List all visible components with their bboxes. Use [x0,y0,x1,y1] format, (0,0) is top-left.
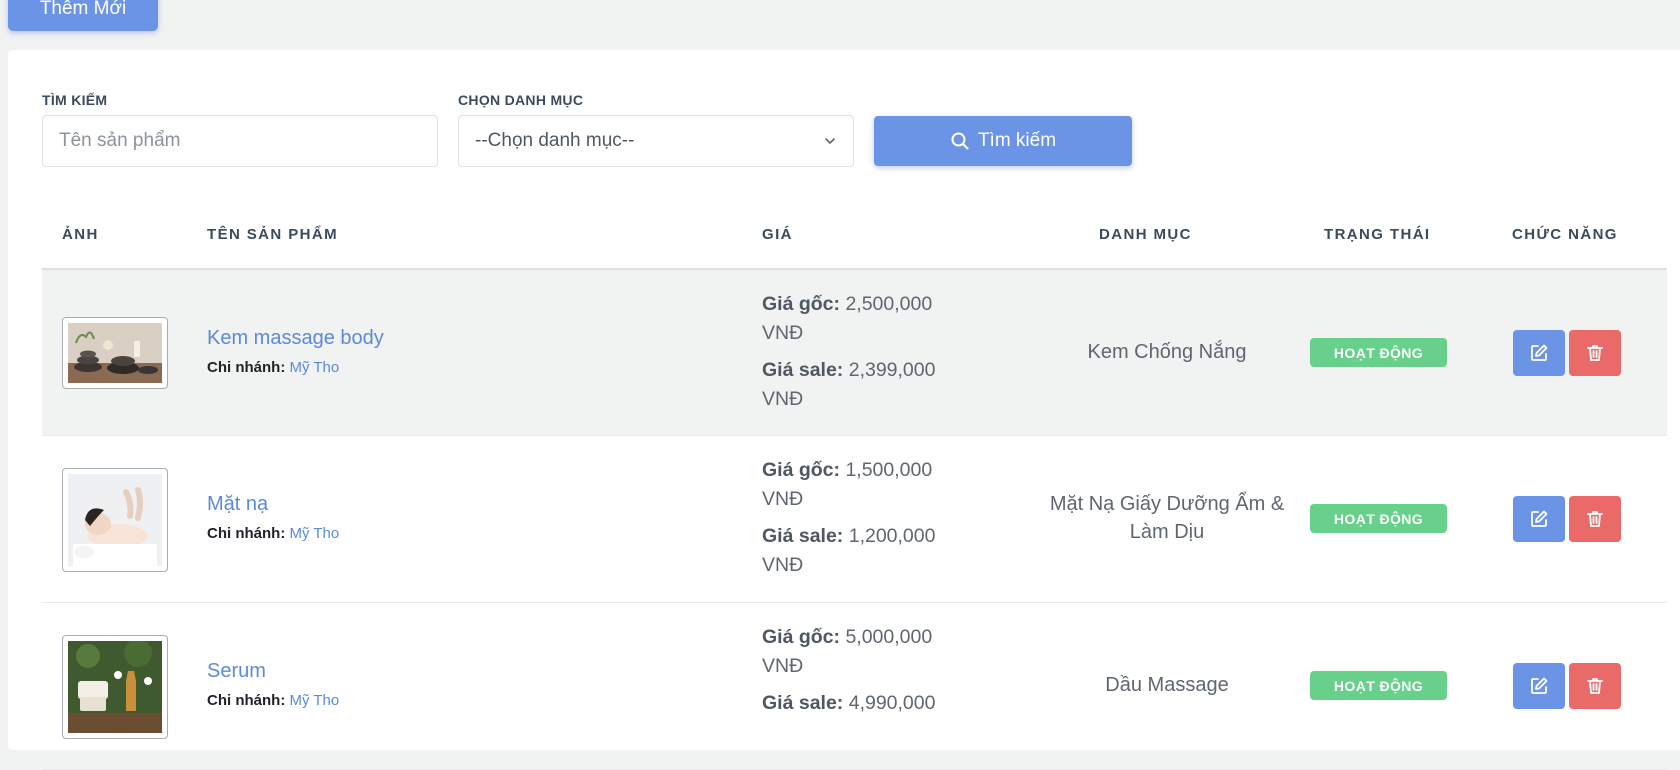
product-thumbnail[interactable] [62,635,168,739]
table-row: Mặt nạ Chi nhánh: Mỹ Tho Giá gốc: 1,500,… [42,437,1667,603]
search-button-label: Tìm kiếm [977,130,1057,151]
product-thumbnail[interactable] [62,317,168,389]
product-category: Dầu Massage [1002,671,1332,699]
delete-button[interactable] [1569,496,1621,542]
category-select[interactable]: --Chọn danh mục-- [458,115,854,167]
category-line: Làm Dịu [1129,521,1205,543]
status-badge: HOẠT ĐỘNG [1310,338,1447,367]
category-line: Dầu Massage [1105,674,1229,696]
branch-label: Chi nhánh: [207,525,286,542]
facial-spa-photo [68,474,162,566]
price-sale-value: 4,990,000 [848,692,936,714]
column-header-status: TRẠNG THÁI [1324,226,1431,243]
branch-label: Chi nhánh: [207,692,286,709]
add-new-button[interactable]: Thêm Mới [8,0,158,31]
delete-button[interactable] [1569,663,1621,709]
table-row: Serum Chi nhánh: Mỹ Tho Giá gốc: 5,000,0… [42,604,1667,770]
column-header-image: ẢNH [62,226,99,243]
trash-icon [1587,678,1603,694]
table-row: Kem massage body Chi nhánh: Mỹ Tho Giá g… [42,270,1667,436]
column-header-price: GIÁ [762,226,793,243]
price-currency: VNĐ [762,655,804,677]
edit-button[interactable] [1513,330,1565,376]
edit-button[interactable] [1513,496,1565,542]
price-original-label: Giá gốc: [762,293,841,315]
column-header-actions: CHỨC NĂNG [1512,226,1618,243]
spa-oils-photo [68,641,162,733]
edit-icon [1531,510,1548,527]
search-label: TÌM KIẾM [42,92,108,108]
chevron-down-icon [825,138,835,144]
edit-button[interactable] [1513,663,1565,709]
status-badge: HOẠT ĐỘNG [1310,504,1447,533]
price-currency: VNĐ [762,488,804,510]
search-button[interactable]: Tìm kiếm [874,116,1132,166]
product-price: Giá gốc: 1,500,000 VNĐ Giá sale: 1,200,0… [762,456,962,580]
branch-label: Chi nhánh: [207,359,286,376]
trash-icon [1587,511,1603,527]
edit-icon [1531,677,1548,694]
branch-link[interactable]: Mỹ Tho [290,359,340,376]
product-thumbnail[interactable] [62,468,168,572]
product-price: Giá gốc: 5,000,000 VNĐ Giá sale: 4,990,0… [762,623,962,718]
price-original-value: 1,500,000 [845,459,933,481]
price-sale-label: Giá sale: [762,359,844,381]
product-category: Mặt Nạ Giấy Dưỡng Ẩm & Làm Dịu [1002,490,1332,546]
branch-link[interactable]: Mỹ Tho [290,692,340,709]
category-select-value: --Chọn danh mục-- [475,130,635,151]
category-label: CHỌN DANH MỤC [458,92,584,108]
branch-link[interactable]: Mỹ Tho [290,525,340,542]
price-sale-label: Giá sale: [762,692,844,714]
product-branch: Chi nhánh: Mỹ Tho [207,525,339,542]
price-sale-value: 2,399,000 [848,359,936,381]
product-name-link[interactable]: Mặt nạ [207,493,268,516]
category-line: Mặt Nạ Giấy Dưỡng Ẩm & [1049,493,1285,515]
massage-stones-photo [68,323,162,383]
product-category: Kem Chống Nắng [1002,338,1332,366]
product-name-search-input[interactable] [42,115,438,167]
column-header-name: TÊN SẢN PHẨM [207,226,338,243]
price-sale-value: 1,200,000 [848,525,936,547]
trash-icon [1587,345,1603,361]
price-original-value: 2,500,000 [845,293,933,315]
delete-button[interactable] [1569,330,1621,376]
price-original-label: Giá gốc: [762,459,841,481]
product-price: Giá gốc: 2,500,000 VNĐ Giá sale: 2,399,0… [762,290,962,414]
price-sale-label: Giá sale: [762,525,844,547]
price-currency: VNĐ [762,388,804,410]
product-branch: Chi nhánh: Mỹ Tho [207,692,339,709]
search-icon [951,132,969,150]
category-line: Kem Chống Nắng [1087,341,1247,363]
edit-icon [1531,344,1548,361]
price-original-label: Giá gốc: [762,626,841,648]
price-currency: VNĐ [762,554,804,576]
product-name-link[interactable]: Kem massage body [207,327,384,350]
status-badge: HOẠT ĐỘNG [1310,671,1447,700]
price-currency: VNĐ [762,322,804,344]
price-original-value: 5,000,000 [845,626,933,648]
column-header-category: DANH MỤC [1099,226,1192,243]
product-name-link[interactable]: Serum [207,660,266,683]
product-branch: Chi nhánh: Mỹ Tho [207,359,339,376]
